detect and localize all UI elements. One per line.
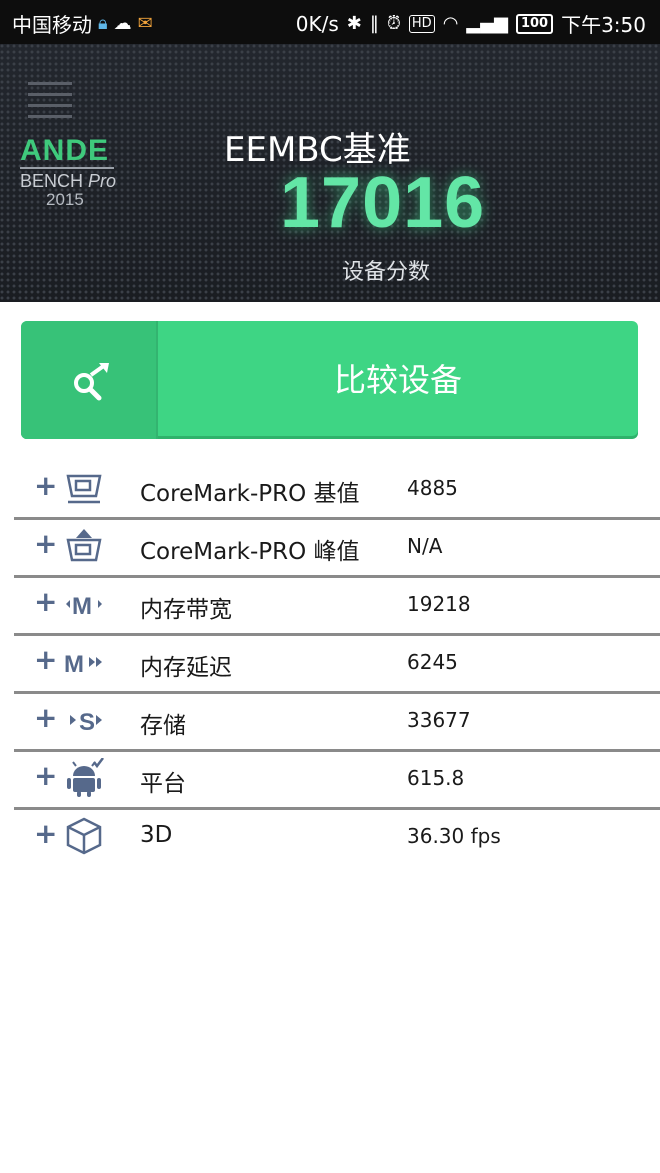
expand-icon[interactable]: + xyxy=(34,588,57,616)
bluetooth-icon: ✱ xyxy=(346,12,362,34)
logo-year: 2015 xyxy=(46,190,84,209)
andebench-logo: ANDE BENCH Pro 2015 xyxy=(20,136,130,209)
expand-icon[interactable]: + xyxy=(34,646,57,674)
benchmark-value: 615.8 xyxy=(407,766,465,790)
coremark-base-icon xyxy=(66,474,102,504)
benchmark-value: N/A xyxy=(407,534,443,558)
benchmark-value: 4885 xyxy=(407,476,458,500)
benchmark-label: 3D xyxy=(140,822,173,848)
compare-devices-button[interactable]: 比较设备 xyxy=(21,321,638,439)
benchmark-label: 存储 xyxy=(140,713,186,739)
svg-text:M: M xyxy=(72,593,92,620)
storage-icon: S xyxy=(70,709,102,736)
benchmark-label: CoreMark-PRO 峰值 xyxy=(140,539,360,565)
net-speed: 0K/s xyxy=(295,11,339,36)
compare-search-icon xyxy=(74,363,109,401)
menu-icon[interactable] xyxy=(28,78,72,120)
compare-devices-label: 比较设备 xyxy=(333,361,462,399)
benchmark-value: 6245 xyxy=(407,650,458,674)
benchmark-value: 36.30 fps xyxy=(407,824,501,848)
mail-icon: ✉ xyxy=(137,12,153,34)
benchmark-label: 平台 xyxy=(140,771,186,797)
logo-bench: BENCH Pro xyxy=(20,171,117,191)
carrier-label: 中国移动 xyxy=(12,13,92,37)
device-score-label: 设备分数 xyxy=(342,260,431,285)
benchmark-row-3d[interactable]: + 3D 36.30 fps xyxy=(14,808,660,865)
benchmark-label: CoreMark-PRO 基值 xyxy=(140,481,360,507)
expand-icon[interactable]: + xyxy=(34,762,57,790)
benchmark-value: 33677 xyxy=(407,708,471,732)
alarm-icon: ⏰︎ xyxy=(386,12,401,34)
memory-bandwidth-icon: M xyxy=(66,593,102,620)
score-header: ANDE BENCH Pro 2015 EEMBC基准 17016 设备分数 xyxy=(0,44,660,302)
vibrate-icon: ‖ xyxy=(369,12,379,34)
benchmark-value: 19218 xyxy=(407,592,471,616)
expand-icon[interactable]: + xyxy=(34,704,57,732)
logo-ande: ANDE xyxy=(20,134,110,167)
android-platform-icon xyxy=(67,758,104,797)
svg-text:M: M xyxy=(64,651,84,678)
coremark-peak-icon xyxy=(66,529,102,562)
benchmark-row-coremark-peak[interactable]: + CoreMark-PRO 峰值 N/A xyxy=(14,518,660,578)
benchmark-label: 内存延迟 xyxy=(140,655,232,681)
expand-icon[interactable]: + xyxy=(34,820,57,848)
device-score: 17016 xyxy=(280,163,486,243)
clock: 下午3:50 xyxy=(561,13,646,37)
hd-icon: HD xyxy=(408,14,435,33)
svg-text:S: S xyxy=(79,709,95,736)
cube-3d-icon xyxy=(66,817,102,855)
wifi-icon: ◠ xyxy=(442,12,459,34)
benchmark-label: 内存带宽 xyxy=(140,597,232,623)
signal-icon: ▂▄▆ xyxy=(466,12,508,34)
memory-latency-icon: M xyxy=(64,651,102,678)
benchmark-row-platform[interactable]: + 平台 615.8 xyxy=(14,750,660,810)
battery-icon: 100 xyxy=(515,13,554,34)
benchmark-row-memory-bandwidth[interactable]: + M 内存带宽 19218 xyxy=(14,576,660,636)
lock-icon: 🔒︎ xyxy=(98,12,108,34)
benchmark-row-storage[interactable]: + S 存储 33677 xyxy=(14,692,660,752)
benchmark-row-memory-latency[interactable]: + M 内存延迟 6245 xyxy=(14,634,660,694)
expand-icon[interactable]: + xyxy=(34,472,57,500)
wechat-icon: ☁ xyxy=(113,12,132,34)
compare-icon-area xyxy=(21,321,158,439)
benchmark-row-coremark-base[interactable]: + CoreMark-PRO 基值 4885 xyxy=(14,460,660,520)
status-bar: 中国移动 🔒︎ ☁ ✉ 0K/s ✱ ‖ ⏰︎ HD ◠ ▂▄▆ 100 下午3… xyxy=(0,0,660,44)
expand-icon[interactable]: + xyxy=(34,530,57,558)
